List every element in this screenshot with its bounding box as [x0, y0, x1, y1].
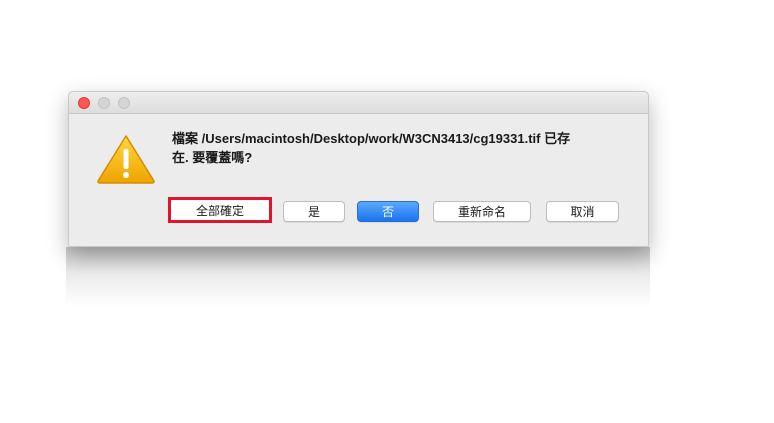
close-window-button[interactable]	[78, 97, 90, 109]
alert-message: 檔案 /Users/macintosh/Desktop/work/W3CN341…	[172, 129, 632, 167]
replace-all-button[interactable]: 全部確定	[168, 197, 272, 223]
cancel-button[interactable]: 取消	[546, 201, 619, 222]
alert-dialog: 檔案 /Users/macintosh/Desktop/work/W3CN341…	[68, 91, 649, 247]
message-line-2: 在. 要覆蓋嗎?	[172, 150, 253, 165]
rename-button[interactable]: 重新命名	[433, 201, 531, 222]
message-line-1: 檔案 /Users/macintosh/Desktop/work/W3CN341…	[172, 131, 571, 146]
warning-icon	[97, 135, 155, 184]
minimize-window-button[interactable]	[98, 97, 110, 109]
window-shadow	[66, 247, 650, 307]
no-button[interactable]: 否	[357, 201, 419, 222]
title-bar	[69, 92, 648, 114]
zoom-window-button[interactable]	[118, 97, 130, 109]
yes-button[interactable]: 是	[283, 201, 345, 222]
